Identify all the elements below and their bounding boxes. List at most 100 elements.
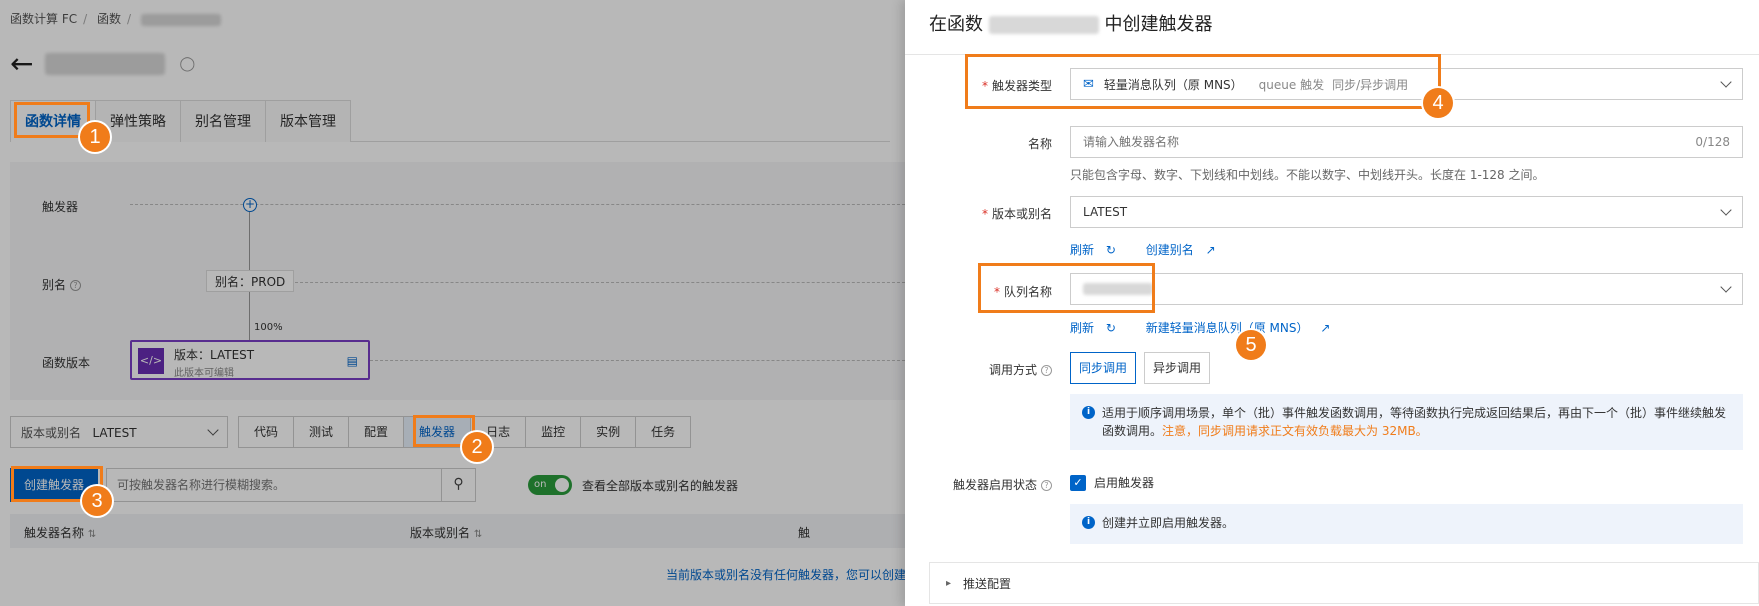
document-icon[interactable]: ▤ <box>347 354 358 368</box>
name-label: 名称 <box>1027 137 1052 151</box>
queue-name-redacted <box>1083 283 1153 295</box>
refresh-queue-link[interactable]: 刷新 ↻ <box>1070 321 1124 335</box>
chevron-right-icon: ▸ <box>946 577 952 589</box>
sub-tab-code[interactable]: 代码 <box>238 416 295 448</box>
chevron-down-icon <box>1720 281 1732 293</box>
breadcrumb: 函数计算 FC / 函数 / <box>10 10 227 27</box>
queue-label: * 队列名称 <box>993 285 1052 299</box>
lane-label-alias: 别名? <box>42 276 82 293</box>
chevron-down-icon <box>207 424 219 436</box>
trigger-type-select[interactable]: ✉ 轻量消息队列（原 MNS） queue 触发 同步/异步调用 <box>1070 68 1743 100</box>
search-icon[interactable]: ⚲ <box>441 469 475 501</box>
version-node-title: 版本：LATEST <box>174 348 255 362</box>
connector-line <box>249 292 250 340</box>
col-third: 触 <box>798 526 811 540</box>
name-hint: 只能包含字母、数字、下划线和中划线。不能以数字、中划线开头。长度在 1-128 … <box>1070 168 1545 182</box>
breadcrumb-function-name-redacted <box>140 13 221 26</box>
refresh-version-link[interactable]: 刷新 ↻ <box>1070 243 1124 257</box>
connector-line <box>249 212 250 270</box>
tab-alias-management[interactable]: 别名管理 <box>180 100 266 142</box>
function-toolbar: 版本或别名 LATEST 代码 测试 配置 触发器 日志 监控 实例 任务 <box>10 416 692 448</box>
help-icon[interactable]: ? <box>1041 480 1052 491</box>
sub-tab-trigger[interactable]: 触发器 <box>403 416 472 448</box>
sub-tab-config[interactable]: 配置 <box>348 416 405 448</box>
trigger-table-header: 触发器名称 ⇅ 版本或别名 ⇅ 触 <box>10 514 905 548</box>
invoke-mode-group: 同步调用 异步调用 <box>1070 352 1218 384</box>
back-arrow-icon[interactable]: ← <box>10 50 33 78</box>
version-select[interactable]: LATEST <box>1070 196 1743 228</box>
page-title-row: ← ◯ <box>10 46 195 82</box>
function-detail-page: 函数计算 FC / 函数 / ← ◯ 函数详情 弹性策略 别名管理 版本管理 触发器… <box>0 0 905 606</box>
name-input[interactable] <box>1083 135 1696 149</box>
callout-badge-4: 4 <box>1423 88 1453 118</box>
chevron-down-icon <box>1720 204 1732 216</box>
trigger-type-label: * 触发器类型 <box>981 79 1052 93</box>
show-all-versions-toggle[interactable]: on <box>528 475 573 495</box>
tag-icon[interactable]: ◯ <box>179 56 195 72</box>
help-icon[interactable]: ? <box>1041 365 1052 376</box>
version-links: 刷新 ↻ 创建别名 ↗ <box>1070 241 1232 258</box>
function-name-redacted <box>988 16 1099 34</box>
callout-badge-2: 2 <box>462 432 492 462</box>
version-node-subtitle: 此版本可编辑 <box>174 368 234 379</box>
callout-badge-5: 5 <box>1236 330 1266 360</box>
breadcrumb-functions[interactable]: 函数 <box>97 12 121 26</box>
drawer-title: 在函数 中创建触发器 <box>929 14 1213 35</box>
invoke-info-box: i 适用于顺序调用场景，单个（批）事件触发函数调用，等待函数执行完成返回结果后，… <box>1070 394 1743 450</box>
version-node-latest[interactable]: </> 版本：LATEST 此版本可编辑 ▤ <box>130 340 370 380</box>
refresh-icon: ↻ <box>1105 243 1116 257</box>
invoke-async-button[interactable]: 异步调用 <box>1144 352 1211 384</box>
show-all-versions-label: 查看全部版本或别名的触发器 <box>582 478 739 493</box>
checkmark-icon: ✓ <box>1070 474 1086 491</box>
col-version-alias[interactable]: 版本或别名 ⇅ <box>410 524 482 541</box>
queue-links: 刷新 ↻ 新建轻量消息队列（原 MNS） ↗ <box>1070 319 1346 336</box>
callout-badge-1: 1 <box>80 122 110 152</box>
alias-node-prod[interactable]: 别名：PROD <box>206 270 295 292</box>
name-field: 0/128 <box>1070 126 1743 158</box>
create-alias-link[interactable]: 创建别名 ↗ <box>1146 243 1224 257</box>
external-link-icon: ↗ <box>1320 321 1331 335</box>
push-config-collapse[interactable]: ▸ 推送配置 <box>929 562 1759 604</box>
sort-icon: ⇅ <box>473 529 483 540</box>
sync-payload-warning: 注意，同步调用请求正文有效负载最大为 32MB。 <box>1162 424 1428 438</box>
code-icon: </> <box>138 348 164 374</box>
topology-canvas: 触发器 + 别名? 别名：PROD 100% 函数版本 </> 版本：LATES… <box>10 162 905 400</box>
refresh-icon: ↻ <box>1105 321 1116 335</box>
external-link-icon: ↗ <box>1205 243 1216 257</box>
chevron-down-icon <box>1720 76 1732 88</box>
help-icon[interactable]: ? <box>70 280 82 291</box>
sort-icon: ⇅ <box>87 529 97 540</box>
sub-tab-monitor[interactable]: 监控 <box>525 416 582 448</box>
empty-table-message[interactable]: 当前版本或别名没有任何触发器，您可以创建 <box>666 566 905 583</box>
traffic-percentage: 100% <box>254 322 283 333</box>
lane-divider <box>290 282 905 283</box>
lane-divider <box>370 360 905 361</box>
callout-badge-3: 3 <box>82 486 112 516</box>
breadcrumb-fc[interactable]: 函数计算 FC <box>10 12 77 26</box>
tab-version-management[interactable]: 版本管理 <box>265 100 351 142</box>
trigger-search-input[interactable] <box>107 469 442 501</box>
queue-select[interactable] <box>1070 273 1743 305</box>
col-trigger-name[interactable]: 触发器名称 ⇅ <box>24 524 96 541</box>
enable-info-box: i 创建并立即启用触发器。 <box>1070 504 1743 544</box>
sub-tab-test[interactable]: 测试 <box>293 416 350 448</box>
function-name-redacted <box>45 53 166 75</box>
lane-label-version: 函数版本 <box>42 356 91 370</box>
version-alias-select[interactable]: 版本或别名 LATEST <box>10 416 228 448</box>
invoke-mode-label: 调用方式? <box>905 361 1052 378</box>
enable-trigger-checkbox[interactable]: ✓ 启用触发器 <box>1070 474 1154 491</box>
sub-tab-tasks[interactable]: 任务 <box>635 416 692 448</box>
trigger-search: ⚲ <box>106 468 477 502</box>
info-icon: i <box>1082 516 1095 529</box>
message-queue-icon: ✉ <box>1083 76 1094 92</box>
divider <box>905 54 1759 55</box>
lane-label-trigger: 触发器 <box>42 200 79 214</box>
enable-state-label: 触发器启用状态? <box>905 476 1052 493</box>
name-char-count: 0/128 <box>1695 135 1730 149</box>
sub-tab-instances[interactable]: 实例 <box>580 416 637 448</box>
trigger-actions: 创建触发器 ⚲ on 查看全部版本或别名的触发器 <box>10 468 738 502</box>
detail-tabs: 函数详情 弹性策略 别名管理 版本管理 <box>10 100 890 142</box>
add-trigger-plus-icon[interactable]: + <box>243 198 257 212</box>
info-icon: i <box>1082 406 1095 419</box>
invoke-sync-button[interactable]: 同步调用 <box>1070 352 1137 384</box>
